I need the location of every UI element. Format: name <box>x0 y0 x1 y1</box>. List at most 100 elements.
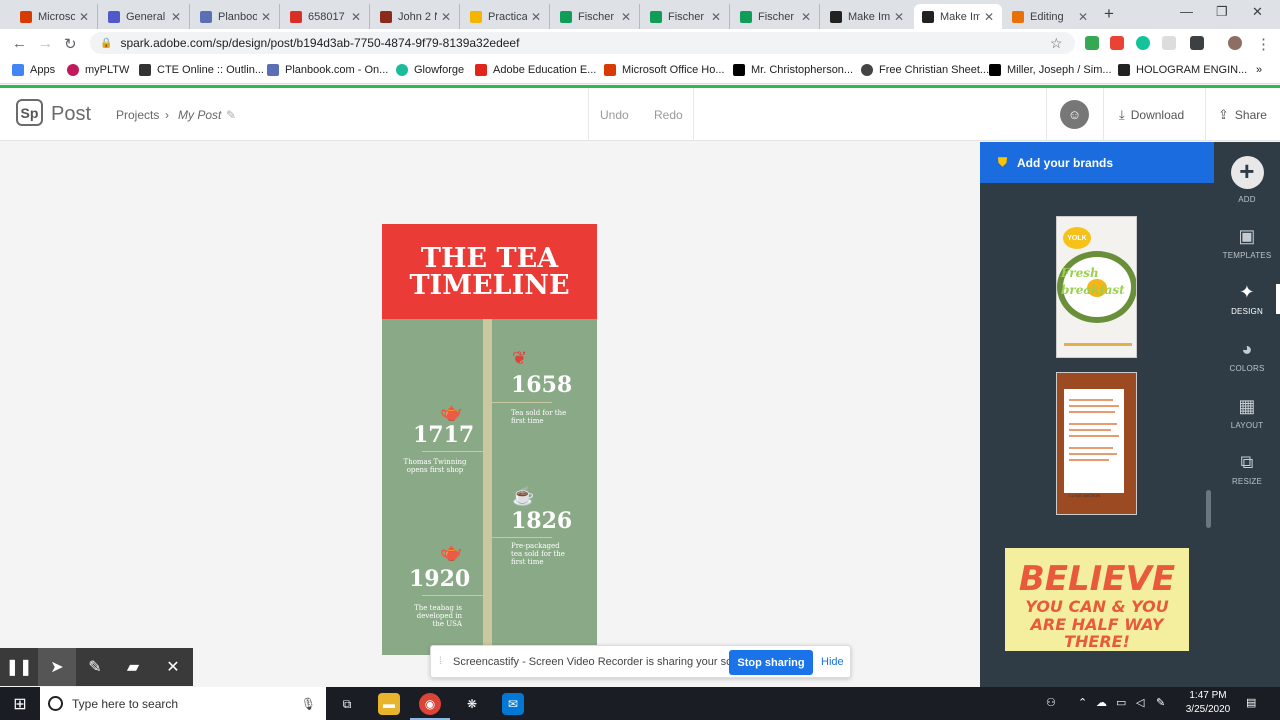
undo-button[interactable]: Undo <box>600 108 629 122</box>
rail-add[interactable]: + ADD <box>1214 156 1280 204</box>
bookmark-apps[interactable]: Apps <box>12 64 55 76</box>
bookmark-hologram[interactable]: HOLOGRAM ENGIN... <box>1118 64 1247 76</box>
close-tab-icon[interactable]: ✕ <box>801 10 811 24</box>
reload-icon[interactable]: ↻ <box>64 35 77 53</box>
close-tab-icon[interactable]: ✕ <box>351 10 361 24</box>
timeline-year[interactable]: 1717 <box>413 422 474 448</box>
hide-button[interactable]: Hide <box>821 656 844 668</box>
timeline-caption[interactable]: Pre-packaged tea sold for the first time <box>511 542 567 566</box>
tab-practical[interactable]: Practical ✕ <box>462 4 550 29</box>
tab-fischer-2[interactable]: Fischer ✕ <box>642 4 730 29</box>
profile-avatar[interactable] <box>1228 36 1242 50</box>
redo-button[interactable]: Redo <box>654 108 683 122</box>
bookmark-glowforge[interactable]: Glowforge <box>396 64 464 76</box>
stop-sharing-button[interactable]: Stop sharing <box>729 650 813 675</box>
add-brands-button[interactable]: ⛊ Add your brands <box>980 142 1214 183</box>
file-explorer-icon[interactable]: ▬ <box>378 693 400 715</box>
bookmark-mypltw[interactable]: myPLTW <box>67 64 129 76</box>
poster-title[interactable]: THE TEA TIMELINE <box>382 224 597 319</box>
bookmark-planbook[interactable]: Planbook.com - On... <box>267 64 388 76</box>
tab-microsoft[interactable]: Microsoft✕ <box>12 4 98 29</box>
rail-templates[interactable]: ▣ TEMPLATES <box>1214 226 1280 260</box>
new-tab-button[interactable]: + <box>1104 4 1114 24</box>
close-tab-icon[interactable]: ✕ <box>1078 10 1088 24</box>
rail-layout[interactable]: ▦ LAYOUT <box>1214 396 1280 430</box>
bookmark-miller-joseph[interactable]: Miller, Joseph / Sim... <box>989 64 1112 76</box>
breadcrumb-current[interactable]: My Post <box>178 108 221 122</box>
tab-john[interactable]: John 2 N✕ <box>372 4 460 29</box>
back-icon[interactable]: ← <box>12 35 27 52</box>
timeline-year[interactable]: 1658 <box>511 372 572 398</box>
tab-fischer-3[interactable]: Fischer ✕ <box>732 4 820 29</box>
panel-scrollbar[interactable] <box>1206 490 1211 528</box>
network-icon[interactable]: ▭ <box>1116 696 1126 709</box>
rail-design[interactable]: ✦ DESIGN <box>1214 282 1280 316</box>
extension-icon[interactable] <box>1162 36 1176 50</box>
bookmark-adobe-education[interactable]: Adobe Education E... <box>475 64 596 76</box>
system-clock[interactable]: 1:47 PM 3/25/2020 <box>1172 689 1244 717</box>
tab-make-im-1[interactable]: Make Im ✕ <box>822 4 912 29</box>
taskbar-search[interactable]: Type here to search 🎙 <box>40 687 326 720</box>
pen-icon[interactable]: ✎ <box>76 648 114 686</box>
close-tab-icon[interactable]: ✕ <box>79 10 89 24</box>
chrome-icon[interactable]: ◉ <box>419 693 441 715</box>
tab-general[interactable]: General ✕ <box>100 4 190 29</box>
notifications-icon[interactable]: ▤ <box>1246 696 1256 709</box>
close-tab-icon[interactable]: ✕ <box>894 10 904 24</box>
timeline-year[interactable]: 1826 <box>511 508 572 534</box>
tray-chevron-icon[interactable]: ⌃ <box>1078 696 1087 709</box>
task-view-icon[interactable]: ⧉ <box>336 693 358 715</box>
maximize-button[interactable]: ❐ <box>1216 4 1228 20</box>
close-tab-icon[interactable]: ✕ <box>711 10 721 24</box>
bookmark-free-christian[interactable]: Free Christian Sheet... <box>861 64 989 76</box>
share-button[interactable]: ⇪ Share <box>1218 107 1267 123</box>
close-tab-icon[interactable]: ✕ <box>441 10 451 24</box>
grammarly-icon[interactable] <box>1136 36 1150 50</box>
tab-gmail[interactable]: 658017 ✕ <box>282 4 370 29</box>
minimize-button[interactable]: — <box>1180 4 1193 19</box>
download-button[interactable]: ⤓ Download <box>1119 107 1184 123</box>
microphone-icon[interactable]: 🎙 <box>301 697 316 711</box>
timeline-year[interactable]: 1920 <box>409 566 470 592</box>
timeline-caption[interactable]: Tea sold for the first time <box>511 409 571 425</box>
tab-editing[interactable]: Editing ✕ <box>1004 4 1096 29</box>
pen-tray-icon[interactable]: ✎ <box>1156 696 1165 709</box>
more-bookmarks-icon[interactable]: » <box>1256 64 1262 76</box>
extension-icon[interactable] <box>1110 36 1124 50</box>
breadcrumb-projects[interactable]: Projects <box>116 108 159 122</box>
app-icon[interactable]: ❋ <box>461 693 483 715</box>
template-thumbnail[interactable]: CLYDE WATSON <box>1056 372 1137 515</box>
pencil-icon[interactable]: ✎ <box>226 108 236 122</box>
windows-start-icon[interactable]: ⊞ <box>0 687 40 720</box>
onedrive-icon[interactable]: ☁ <box>1096 696 1107 709</box>
outlook-icon[interactable]: ✉ <box>502 693 524 715</box>
collaborator-button[interactable]: ☺ <box>1060 100 1089 129</box>
close-tab-icon[interactable]: ✕ <box>621 10 631 24</box>
bookmark-microsoft-office[interactable]: Microsoft Office Ho... <box>604 64 725 76</box>
timeline-caption[interactable]: Thomas Twinning opens first shop <box>400 458 470 474</box>
bookmark-cte-online[interactable]: CTE Online :: Outlin... <box>139 64 264 76</box>
tea-timeline-poster[interactable]: THE TEA TIMELINE ❦ 1658 Tea sold for the … <box>382 224 597 655</box>
forward-icon[interactable]: → <box>38 35 53 52</box>
template-thumbnail[interactable]: YOLK Fresh breakfast <box>1056 216 1137 358</box>
close-tab-icon[interactable]: ✕ <box>171 10 181 24</box>
volume-icon[interactable]: ◁ <box>1136 696 1144 709</box>
url-field[interactable]: 🔒 spark.adobe.com/sp/design/post/b194d3a… <box>90 32 1075 54</box>
people-icon[interactable]: ⚇ <box>1046 696 1056 709</box>
close-tab-icon[interactable]: ✕ <box>261 10 271 24</box>
spark-logo[interactable]: Sp <box>16 99 43 126</box>
cursor-icon[interactable]: ➤ <box>38 648 76 686</box>
drag-handle-icon[interactable]: ⁞ <box>439 656 442 667</box>
tab-planbook[interactable]: Planbook✕ <box>192 4 280 29</box>
timeline-caption[interactable]: The teabag is developed in the USA <box>412 604 462 628</box>
extension-icon[interactable] <box>1190 36 1204 50</box>
close-window-button[interactable]: ✕ <box>1252 4 1263 20</box>
tab-make-im-active[interactable]: Make Im ✕ <box>914 4 1002 29</box>
bookmark-mr-christopherson[interactable]: Mr. Christopherson... <box>733 64 853 76</box>
tab-fischer-1[interactable]: Fischer ✕ <box>552 4 640 29</box>
rail-colors[interactable]: ◕ COLORS <box>1214 339 1280 373</box>
bookmark-star-icon[interactable]: ☆ <box>1050 35 1063 52</box>
rail-resize[interactable]: ⧉ RESIZE <box>1214 452 1280 486</box>
extension-icon[interactable] <box>1085 36 1099 50</box>
browser-menu-icon[interactable]: ⋮ <box>1256 35 1271 53</box>
